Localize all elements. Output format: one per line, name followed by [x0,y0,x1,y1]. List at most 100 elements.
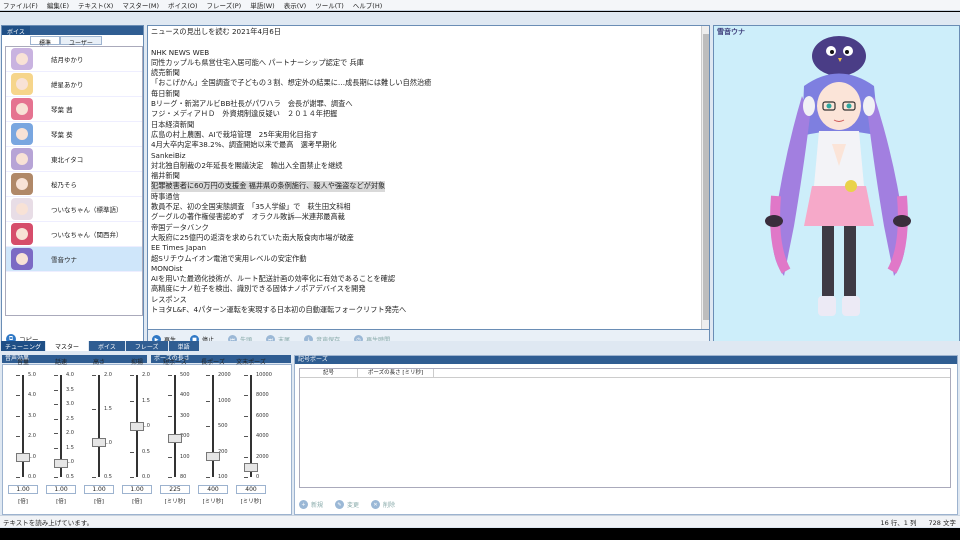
voice-list-item[interactable]: 琴葉 葵 [6,122,142,147]
symbol-pause-table[interactable]: 記号 ポーズの長さ [ミリ秒] [299,368,951,488]
menu-item[interactable]: ボイス(O) [168,0,198,10]
slider-tick-label: 2.0 [104,372,112,378]
slider-tick [54,375,58,376]
line-text: NHK NEWS WEB [151,47,210,57]
menu-item[interactable]: マスター(M) [122,0,159,10]
editor-line: 福井新聞 [151,171,701,181]
voice-list-item[interactable]: 雪音ウナ [6,247,142,272]
slider-tick-label: 0.0 [28,474,36,480]
slider-tick [244,436,248,438]
editor-line: トヨタL&F、4パターン運転を実現する日本初の自動運転フォークリフト発売へ [151,305,701,315]
menu-item[interactable]: ファイル(F) [3,0,38,10]
menu-item[interactable]: ツール(T) [315,0,344,10]
text-editor[interactable]: ニュースの見出しを読む 2021年4月6日 NHK NEWS WEB 同性カップルも… [147,25,710,330]
slider-tick [54,389,58,391]
editor-line: NHK NEWS WEB [151,48,701,58]
col-symbol[interactable]: 記号 [300,369,358,377]
slider-thumb[interactable] [244,462,258,472]
slider-track[interactable] [250,375,252,477]
voice-name: 琴葉 葵 [51,131,73,139]
editor-line: 高精度にナノ粒子を検出、識別できる固体ナノポアデバイスを開発 [151,284,701,294]
menu-item[interactable]: 編集(E) [47,0,69,10]
slider-track[interactable] [174,375,176,477]
voice-name: 琴葉 茜 [51,106,73,114]
voice-list-item[interactable]: 紲星あかり [6,72,142,97]
slider-track[interactable] [98,375,100,477]
slider-track[interactable] [22,375,24,477]
voice-list-item[interactable]: 結月ゆかり [6,47,142,72]
parameter-slider: 高さ 2.0 1.5 1.0 0.5 1.00 [倍] [81,357,117,505]
menu-item[interactable]: フレーズ(P) [207,0,242,10]
tuning-tab[interactable]: フレーズ [125,341,168,351]
slider-panel: 音量 5.0 4.0 3.0 2.0 1.0 0.0 1.00 [倍] 話速 4.0 3.5 3.0 2.… [2,359,292,515]
slider-thumb[interactable] [130,422,144,431]
slider-unit: [倍] [94,499,104,505]
line-text: トヨタL&F、4パターン運転を実現する日本初の自動運転フォークリフト発売へ [151,305,407,315]
line-text: ニュースの見出しを読む 2021年4月6日 [151,27,281,36]
slider-value-input[interactable]: 1.00 [8,485,38,494]
slider-value-input[interactable]: 225 [160,485,190,494]
scrollbar-thumb[interactable] [703,34,709,320]
menu-item[interactable]: 表示(V) [284,0,307,10]
voice-list-item[interactable]: 桜乃そら [6,172,142,197]
slider-label: 短ポーズ [163,359,187,366]
slider-tick [244,415,248,417]
slider-tick [92,409,96,410]
slider-value-input[interactable]: 400 [198,485,228,494]
tuning-tab[interactable]: チューニング [1,341,46,351]
line-text: EE Times Japan [151,243,207,253]
char-count: 728 文字 [928,518,956,527]
slider-tick [54,447,58,449]
slider-thumb[interactable] [168,434,182,444]
editor-scrollbar[interactable] [701,26,709,329]
slider-tick [16,395,20,397]
slider-tick-label: 5.0 [28,372,36,378]
voice-list-item[interactable]: 東北イタコ [6,147,142,172]
menu-item[interactable]: ヘルプ(H) [353,0,382,10]
slider-value-input[interactable]: 1.00 [84,485,114,494]
tab-user[interactable]: ユーザー [60,36,102,47]
voice-subtabs: 標準 ユーザー [2,36,143,47]
slider-thumb[interactable] [16,452,30,462]
slider-thumb[interactable] [92,438,106,448]
voice-list-item[interactable]: 琴葉 茜 [6,97,142,122]
menu-item[interactable]: 単語(W) [250,0,275,10]
slider-track[interactable] [212,375,214,477]
tab-voice[interactable]: ボイス [2,26,30,36]
slider-value-input[interactable]: 1.00 [46,485,76,494]
slider-tick [16,477,20,478]
tab-standard[interactable]: 標準 [30,36,61,47]
slider-value-input[interactable]: 400 [236,485,266,494]
symbol-pause-panel: 記号ポーズ 記号 ポーズの長さ [ミリ秒] + 新規 ✎ 変更 ✕ 削除 [294,355,958,515]
line-text: Bリーグ・新潟アルビBB社長がパワハラ 会長が謝罪、調査へ [151,99,353,109]
tuning-tab[interactable]: マスター [46,341,89,351]
delete-button[interactable]: ✕ 削除 [371,500,395,509]
menu-item[interactable]: テキスト(X) [78,0,113,10]
character-illustration [765,36,911,316]
slider-tick-label: 6000 [256,412,269,419]
slider-value-input[interactable]: 1.00 [122,485,152,494]
slider-tick-label: 4.0 [28,392,36,399]
editor-line: 大阪府に25億円の返済を求められていた南大阪食肉市場が破産 [151,233,701,243]
edit-button[interactable]: ✎ 変更 [335,500,359,509]
col-length[interactable]: ポーズの長さ [ミリ秒] [358,369,434,377]
line-text: フジ・メディアＨＤ 外資規制違反疑い ２０１４年把握 [151,109,338,119]
slider-thumb[interactable] [54,458,68,468]
voice-name: 結月ゆかり [51,56,84,64]
slider-tick [168,375,172,376]
tuning-tab[interactable]: ボイス [89,341,125,351]
symbol-pause-header: 記号ポーズ [295,356,957,364]
table-header: 記号 ポーズの長さ [ミリ秒] [300,369,950,378]
slider-tick-label: 100 [180,453,190,460]
slider-thumb[interactable] [206,451,220,461]
new-button[interactable]: + 新規 [299,500,323,509]
tuning-tab[interactable]: 単語 [168,341,199,351]
status-message: テキストを読み上げています。 [3,518,94,527]
editor-line: AIを用いた最適化技術が、ルート配送計画の効率化に有効であることを確認 [151,274,701,284]
voice-list-item[interactable]: ついなちゃん（標準語） [6,197,142,222]
voice-list-item[interactable]: ついなちゃん（関西弁） [6,222,142,247]
line-text: 帝国データバンク [151,222,209,232]
voice-name: 桜乃そら [51,181,77,189]
slider-tick [244,477,248,478]
slider-tick [244,375,248,376]
